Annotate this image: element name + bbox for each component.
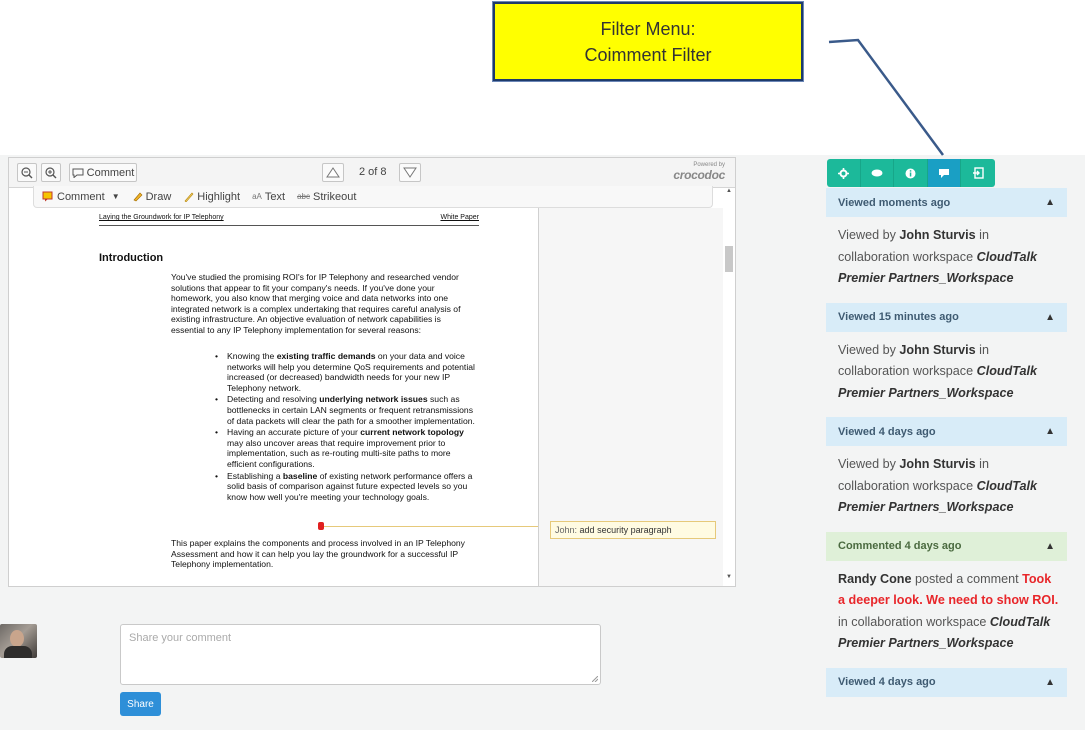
activity-item: Viewed 4 days ago ▲ Viewed by John Sturvi… [826,417,1067,519]
list-item: Establishing a baseline of existing netw… [215,471,477,503]
filter-settings-button[interactable] [827,159,861,187]
draw-tool-label: Draw [145,190,172,203]
chevron-up-icon: ▲ [1045,426,1055,437]
page-header: Laying the Groundwork for IP Telephony W… [99,213,479,226]
info-icon [905,168,916,178]
annotation-leader-line [321,526,567,527]
activity-header[interactable]: Viewed 4 days ago ▲ [826,667,1067,697]
scroll-down-arrow[interactable]: ▼ [726,574,732,580]
page-header-left: Laying the Groundwork for IP Telephony [99,214,224,221]
activity-item: Commented 4 days ago ▲ Randy Cone posted … [826,531,1067,655]
exit-icon [973,167,984,179]
annotation-toolbar: Comment ▼ Draw Highlight aA Text abc Str… [33,186,713,208]
triangle-up-icon [326,167,340,178]
strikeout-tool[interactable]: abc Strikeout [297,191,356,203]
page-header-right: White Paper [440,214,479,221]
activity-header[interactable]: Viewed moments ago ▲ [826,188,1067,217]
zoom-in-button[interactable] [41,163,61,182]
text-tool[interactable]: aA Text [252,191,285,203]
resize-grip-icon[interactable] [592,676,598,682]
callout-connector [828,38,945,156]
annotation-text: add security paragraph [579,525,672,535]
crocodoc-logo: crocodoc [673,168,725,182]
annotation-author: John: [555,525,578,535]
annotation-marker[interactable] [318,522,324,530]
filter-info-button[interactable] [894,159,928,187]
closing-paragraph: This paper explains the components and p… [171,538,465,570]
filter-exit-button[interactable] [961,159,995,187]
list-item: Detecting and resolving underlying netwo… [215,394,477,426]
activity-header[interactable]: Viewed 4 days ago ▲ [826,417,1067,446]
annotation-note[interactable]: John: add security paragraph [550,521,716,539]
scroll-up-arrow[interactable]: ▲ [726,188,732,194]
speech-bubble-icon [72,168,84,178]
chevron-up-icon: ▲ [1045,676,1055,688]
viewer-scrollbar[interactable]: ▲ ▼ [723,188,735,586]
gear-icon [837,167,849,179]
annotate-comment-tool[interactable]: Comment ▼ [42,191,120,203]
strikeout-tool-label: Strikeout [312,190,357,203]
zoom-out-icon [21,166,33,178]
highlighter-icon [184,192,194,202]
comment-mode-button[interactable]: Comment [69,163,137,182]
viewer-toolbar: Comment 2 of 8 Powered by crocodoc [9,158,735,188]
share-button[interactable]: Share [120,692,161,716]
next-page-button[interactable] [399,163,421,182]
scroll-thumb[interactable] [725,246,733,272]
triangle-down-icon [403,167,417,178]
comment-tool-label: Comment [57,190,105,203]
highlight-tool-label: Highlight [197,190,241,203]
activity-header[interactable]: Commented 4 days ago ▲ [826,531,1067,561]
text-tool-label: Text [264,190,286,203]
chevron-up-icon: ▲ [1045,311,1055,323]
filter-comments-button[interactable] [927,159,962,187]
page-indicator: 2 of 8 [359,166,387,178]
filter-menu [827,159,995,187]
comment-input[interactable]: Share your comment [120,624,601,685]
text-size-icon: aA [252,192,262,201]
zoom-out-button[interactable] [17,163,37,182]
comment-icon [939,168,950,178]
caret-down-icon: ▼ [111,192,120,201]
reasons-list: Knowing the existing traffic demands on … [215,351,477,503]
highlight-tool[interactable]: Highlight [183,191,240,203]
activity-body: Viewed by John Sturvis in collaboration … [838,342,1038,400]
draw-tool[interactable]: Draw [132,190,172,203]
comment-mode-label: Comment [86,166,135,179]
chevron-up-icon: ▲ [1045,540,1055,552]
activity-body: Viewed by John Sturvis in collaboration … [838,228,1038,285]
avatar [0,624,37,658]
activity-body: Randy Cone posted a comment Took a deepe… [838,571,1059,651]
intro-paragraph: You've studied the promising ROI's for I… [171,272,461,335]
list-item: Knowing the existing traffic demands on … [215,351,477,393]
comment-tool-icon [42,191,53,202]
prev-page-button[interactable] [322,163,344,182]
zoom-in-icon [45,166,57,178]
list-item: Having an accurate picture of your curre… [215,427,477,469]
activity-item: Viewed 15 minutes ago ▲ Viewed by John St… [826,302,1067,405]
filter-views-button[interactable] [860,159,895,187]
document-page: Laying the Groundwork for IP Telephony W… [21,208,567,586]
strikeout-icon: abc [297,192,310,201]
chevron-up-icon: ▲ [1045,197,1055,208]
activity-item: Viewed moments ago ▲ Viewed by John Sturv… [826,188,1067,290]
activity-header[interactable]: Viewed 15 minutes ago ▲ [826,302,1067,332]
document-viewer: Comment 2 of 8 Powered by crocodoc Comme… [8,157,736,587]
activity-item: Viewed 4 days ago ▲ [826,667,1067,697]
powered-by: Powered by crocodoc [673,162,725,182]
eye-icon [871,169,883,177]
pencil-icon [133,192,143,202]
activity-feed: Viewed moments ago ▲ Viewed by John Sturv… [826,188,1067,705]
section-heading: Introduction [99,252,164,264]
activity-body: Viewed by John Sturvis in collaboration … [838,457,1038,514]
comment-placeholder: Share your comment [129,632,232,644]
